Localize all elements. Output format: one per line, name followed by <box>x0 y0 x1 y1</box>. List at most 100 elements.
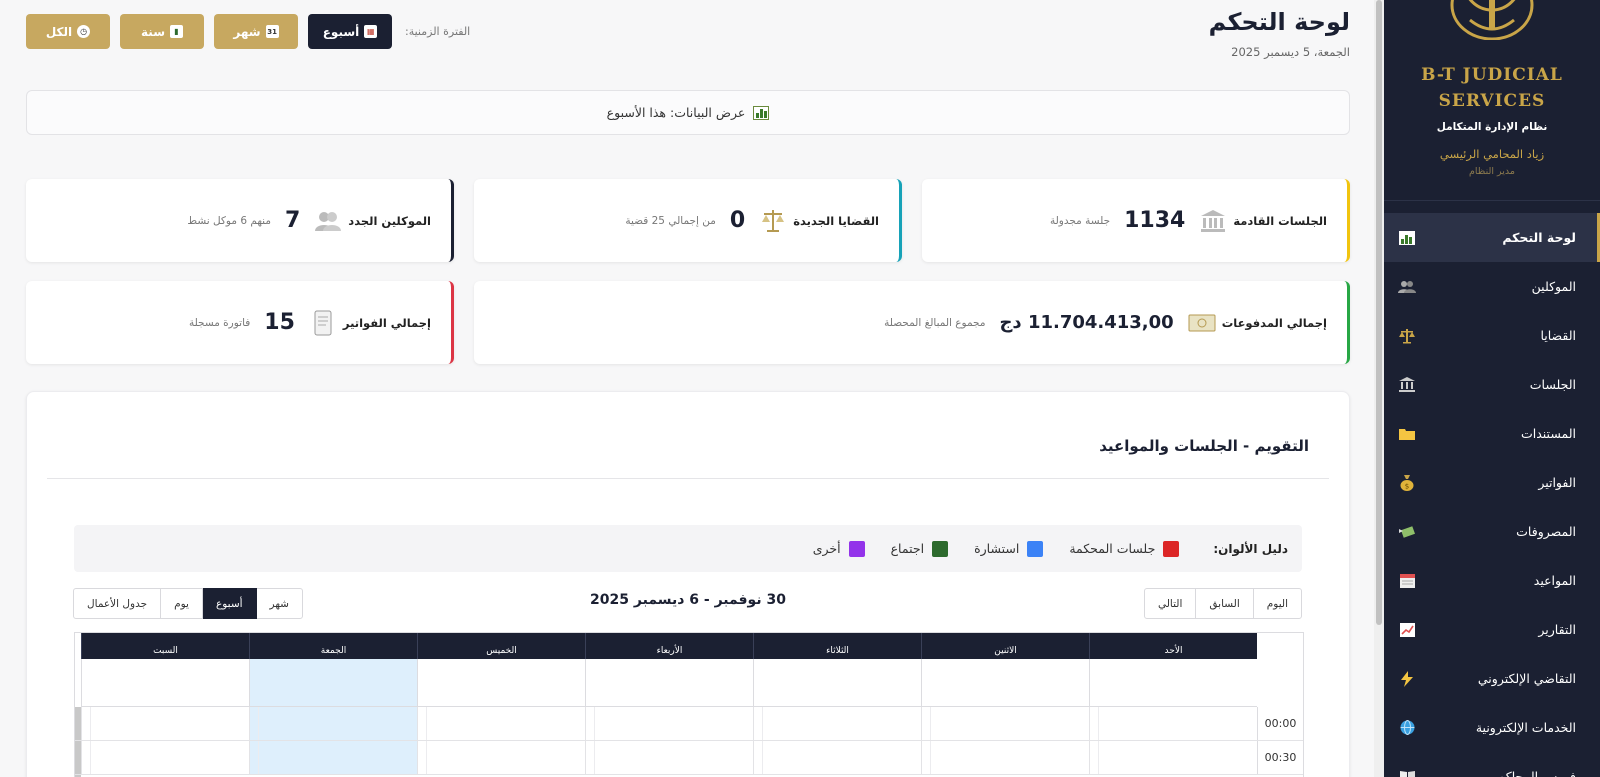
day-header: الأحد <box>1089 633 1257 659</box>
legend-item-meeting: اجتماع <box>891 540 949 557</box>
period-month-button[interactable]: 31 شهر <box>214 14 298 49</box>
brand-logo-icon <box>1450 0 1534 40</box>
stat-card-payments[interactable]: إجمالي المدفوعات 11.704.413,00 دج مجموع … <box>474 281 1350 364</box>
scales-icon <box>759 207 787 235</box>
court-icon <box>1199 207 1227 235</box>
time-slot[interactable] <box>585 707 753 740</box>
stat-card-invoices[interactable]: إجمالي الفواتير 15 فاتورة مسجلة <box>26 281 454 364</box>
legend-title: دليل الألوان: <box>1213 541 1288 556</box>
day-header: الاثنين <box>921 633 1089 659</box>
chart-icon <box>1398 229 1416 247</box>
all-day-cell[interactable] <box>753 659 921 706</box>
view-agenda-button[interactable]: جدول الأعمال <box>73 588 162 619</box>
stat-title: إجمالي الفواتير <box>342 315 431 330</box>
sidebar-item-clients[interactable]: الموكلين <box>1384 262 1600 311</box>
sidebar-item-e-litigation[interactable]: التقاضي الإلكتروني <box>1384 654 1600 703</box>
scales-icon <box>1398 327 1416 345</box>
all-day-cell-today[interactable] <box>249 659 417 706</box>
period-all-button[interactable]: ◷ الكل <box>26 14 110 49</box>
all-day-cell[interactable] <box>1089 659 1257 706</box>
sidebar-item-e-services[interactable]: الخدمات الإلكترونية <box>1384 703 1600 752</box>
money-bag-icon: $ <box>1398 474 1416 492</box>
time-slot[interactable] <box>753 741 921 774</box>
globe-icon <box>1398 719 1416 737</box>
all-day-cell[interactable] <box>921 659 1089 706</box>
sidebar-item-label: الموكلين <box>1531 279 1576 294</box>
brand-name: B-T JUDICIAL SERVICES <box>1421 65 1563 111</box>
bar-chart-icon <box>753 105 770 120</box>
lightning-icon <box>1398 670 1416 688</box>
time-row: 00:00 <box>75 707 1303 741</box>
time-slot[interactable] <box>585 741 753 774</box>
stat-subtitle: مجموع المبالغ المحصلة <box>884 316 986 329</box>
sidebar-item-label: المستندات <box>1520 426 1576 441</box>
banknote-icon <box>1188 309 1216 337</box>
all-day-cell[interactable] <box>417 659 585 706</box>
stat-card-sessions[interactable]: الجلسات القادمة 1134 جلسة مجدولة <box>922 179 1350 262</box>
main-content: لوحة التحكم الجمعة، 5 ديسمبر 2025 الفترة… <box>0 0 1374 777</box>
time-slot-today[interactable] <box>249 741 417 774</box>
stat-card-clients[interactable]: الموكلين الجدد 7 منهم 6 موكل نشط <box>26 179 454 262</box>
stat-value: 11.704.413,00 دج <box>999 312 1174 333</box>
time-slot[interactable] <box>1089 741 1257 774</box>
week-grid: الأحد الاثنين الثلاثاء الأربعاء الخميس ا… <box>74 632 1304 777</box>
svg-text:$: $ <box>1405 482 1409 490</box>
sidebar-item-label: المواعيد <box>1533 573 1576 588</box>
view-month-button[interactable]: شهر <box>255 588 303 619</box>
time-slot-today[interactable] <box>249 707 417 740</box>
sidebar-item-dashboard[interactable]: لوحة التحكم <box>1384 213 1600 262</box>
scrollbar-thumb[interactable] <box>1376 0 1382 625</box>
sidebar-item-label: فهرس المحاكم <box>1497 769 1576 777</box>
stat-value: 0 <box>729 208 746 233</box>
period-month-label: شهر <box>233 24 261 39</box>
sidebar-item-label: لوحة التحكم <box>1502 230 1576 245</box>
sidebar-item-label: المصروفات <box>1516 524 1576 539</box>
sidebar-item-label: القضايا <box>1540 328 1576 343</box>
sidebar-item-reports[interactable]: التقارير <box>1384 605 1600 654</box>
all-day-cell[interactable] <box>585 659 753 706</box>
time-slot[interactable] <box>417 741 585 774</box>
period-week-button[interactable]: ▦ أسبوع <box>308 14 392 49</box>
sidebar-item-expenses[interactable]: المصروفات <box>1384 507 1600 556</box>
calendar-icon <box>1398 572 1416 590</box>
sidebar-item-invoices[interactable]: الفواتير $ <box>1384 458 1600 507</box>
view-week-button[interactable]: أسبوع <box>201 588 257 619</box>
day-header: الثلاثاء <box>753 633 921 659</box>
scroll-icon <box>309 309 337 337</box>
stat-title: إجمالي المدفوعات <box>1221 315 1327 330</box>
sidebar-nav: لوحة التحكم الموكلين القضايا الجلسات الم… <box>1384 213 1600 777</box>
view-day-button[interactable]: يوم <box>160 588 203 619</box>
period-year-button[interactable]: ▮ سنة <box>120 14 204 49</box>
calendar-31-icon: 31 <box>265 25 279 38</box>
calendar-title: التقويم - الجلسات والمواعيد <box>1099 437 1309 455</box>
time-slot[interactable] <box>921 741 1089 774</box>
page-date: الجمعة، 5 ديسمبر 2025 <box>1231 45 1350 59</box>
swatch-green <box>932 540 949 557</box>
sidebar-item-appointments[interactable]: المواعيد <box>1384 556 1600 605</box>
time-slot[interactable] <box>81 707 249 740</box>
divider <box>1384 200 1600 201</box>
stat-value: 7 <box>284 208 301 233</box>
sidebar-item-courts-index[interactable]: فهرس المحاكم <box>1384 752 1600 777</box>
time-slot[interactable] <box>921 707 1089 740</box>
time-slot[interactable] <box>417 707 585 740</box>
clock-icon: ◷ <box>77 25 91 38</box>
sidebar-item-documents[interactable]: المستندات <box>1384 409 1600 458</box>
sidebar-item-label: التقارير <box>1538 622 1576 637</box>
time-slot[interactable] <box>753 707 921 740</box>
time-slot[interactable] <box>81 741 249 774</box>
period-year-label: سنة <box>141 24 165 39</box>
data-range-banner: عرض البيانات: هذا الأسبوع <box>26 90 1350 135</box>
sidebar-item-label: التقاضي الإلكتروني <box>1477 671 1576 686</box>
sidebar-item-cases[interactable]: القضايا <box>1384 311 1600 360</box>
stat-card-cases[interactable]: القضايا الجديدة 0 من إجمالي 25 قضية <box>474 179 902 262</box>
all-day-cell[interactable] <box>81 659 249 706</box>
page-scrollbar[interactable] <box>1374 0 1384 777</box>
user-name: زياد المحامي الرئيسي <box>1439 147 1545 161</box>
sidebar-item-sessions[interactable]: الجلسات <box>1384 360 1600 409</box>
time-slot[interactable] <box>1089 707 1257 740</box>
divider <box>47 478 1329 479</box>
court-icon <box>1398 376 1416 394</box>
time-slots: 00:00 00:30 <box>75 707 1303 777</box>
folder-icon <box>1398 425 1416 443</box>
